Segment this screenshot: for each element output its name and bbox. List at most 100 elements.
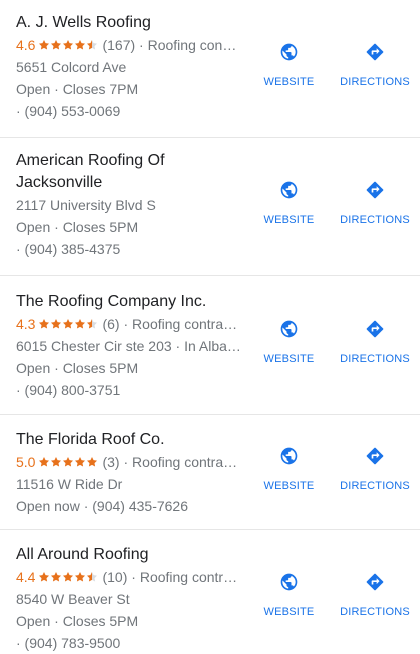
business-name[interactable]: The Florida Roof Co. <box>16 429 248 451</box>
business-name[interactable]: A. J. Wells Roofing <box>16 12 248 34</box>
address: 11516 W Ride Dr <box>16 476 123 492</box>
phone[interactable]: · (904) 800-3751 <box>16 379 248 401</box>
rating-row: 5.0 (3) · Roofing contra… <box>16 451 248 473</box>
directions-icon <box>366 573 384 591</box>
website-label: WEBSITE <box>263 480 315 492</box>
directions-label: DIRECTIONS <box>340 606 410 618</box>
star-icon <box>38 571 50 583</box>
star-icon <box>38 318 50 330</box>
review-count: (167) <box>102 37 136 53</box>
listing-card[interactable]: The Roofing Company Inc. 4.3 (6) · Roofi… <box>0 276 420 415</box>
star-icon <box>62 456 74 468</box>
star-icon <box>74 456 86 468</box>
directions-label: DIRECTIONS <box>340 480 410 492</box>
phone[interactable]: · (904) 783-9500 <box>16 632 248 654</box>
website-button[interactable]: WEBSITE <box>244 446 334 492</box>
category: Roofing contra… <box>132 316 238 332</box>
business-name[interactable]: The Roofing Company Inc. <box>16 291 248 313</box>
phone[interactable]: · (904) 553-0069 <box>16 100 248 122</box>
website-label: WEBSITE <box>263 606 315 618</box>
website-label: WEBSITE <box>263 76 315 88</box>
address: 8540 W Beaver St <box>16 591 130 607</box>
phone[interactable]: · (904) 385-4375 <box>16 238 248 260</box>
directions-icon <box>366 320 384 338</box>
hours: Open · Closes 5PM <box>16 360 139 376</box>
review-count: (10) <box>102 569 128 585</box>
listing-info: A. J. Wells Roofing 4.6 (167) · Roofing … <box>16 12 248 122</box>
directions-icon <box>366 181 384 199</box>
hours: Open · Closes 7PM <box>16 81 139 97</box>
globe-icon <box>280 447 298 465</box>
star-icon <box>62 318 74 330</box>
website-button[interactable]: WEBSITE <box>244 180 334 226</box>
star-icon <box>38 456 50 468</box>
directions-label: DIRECTIONS <box>340 76 410 88</box>
listing-card[interactable]: All Around Roofing 4.4 (10) · Roofing co… <box>0 530 420 653</box>
star-icon <box>50 571 62 583</box>
rating-row: 4.3 (6) · Roofing contra… <box>16 313 248 335</box>
directions-button[interactable]: DIRECTIONS <box>330 42 420 88</box>
star-icon <box>50 39 62 51</box>
website-label: WEBSITE <box>263 214 315 226</box>
star-rating <box>38 39 98 51</box>
hours-and-phone[interactable]: Open now · (904) 435-7626 <box>16 495 248 517</box>
directions-button[interactable]: DIRECTIONS <box>330 319 420 365</box>
star-icon <box>74 318 86 330</box>
star-icon <box>86 571 98 583</box>
directions-button[interactable]: DIRECTIONS <box>330 446 420 492</box>
star-icon <box>62 39 74 51</box>
listing-card[interactable]: The Florida Roof Co. 5.0 (3) · Roofing c… <box>0 415 420 530</box>
star-rating <box>38 318 98 330</box>
directions-icon <box>366 447 384 465</box>
rating-row: 4.6 (167) · Roofing con… <box>16 34 248 56</box>
directions-button[interactable]: DIRECTIONS <box>330 572 420 618</box>
website-button[interactable]: WEBSITE <box>244 42 334 88</box>
address: 2117 University Blvd S <box>16 197 156 213</box>
directions-button[interactable]: DIRECTIONS <box>330 180 420 226</box>
rating-value: 4.4 <box>16 569 36 585</box>
star-rating <box>38 571 98 583</box>
results-list: A. J. Wells Roofing 4.6 (167) · Roofing … <box>0 0 420 653</box>
category: Roofing con… <box>147 37 237 53</box>
address: 6015 Chester Cir ste 203 · In Alban… <box>16 338 248 354</box>
star-icon <box>38 39 50 51</box>
listing-info: The Florida Roof Co. 5.0 (3) · Roofing c… <box>16 429 248 517</box>
star-icon <box>86 456 98 468</box>
star-icon <box>86 318 98 330</box>
website-label: WEBSITE <box>263 353 315 365</box>
listing-card[interactable]: A. J. Wells Roofing 4.6 (167) · Roofing … <box>0 0 420 138</box>
review-count: (6) <box>102 316 120 332</box>
star-icon <box>50 456 62 468</box>
review-count: (3) <box>102 454 120 470</box>
business-name[interactable]: American Roofing Of Jacksonville <box>16 150 186 194</box>
website-button[interactable]: WEBSITE <box>244 572 334 618</box>
globe-icon <box>280 320 298 338</box>
listing-card[interactable]: American Roofing Of Jacksonville 2117 Un… <box>0 138 420 276</box>
star-icon <box>74 571 86 583</box>
listing-info: All Around Roofing 4.4 (10) · Roofing co… <box>16 544 248 654</box>
star-icon <box>86 39 98 51</box>
listing-info: The Roofing Company Inc. 4.3 (6) · Roofi… <box>16 291 248 401</box>
category: Roofing contra… <box>132 454 238 470</box>
website-button[interactable]: WEBSITE <box>244 319 334 365</box>
hours: Open · Closes 5PM <box>16 219 139 235</box>
star-icon <box>50 318 62 330</box>
rating-row: 4.4 (10) · Roofing contr… <box>16 566 248 588</box>
address: 5651 Colcord Ave <box>16 59 127 75</box>
globe-icon <box>280 43 298 61</box>
rating-value: 4.3 <box>16 316 36 332</box>
listing-info: American Roofing Of Jacksonville 2117 Un… <box>16 150 248 260</box>
hours: Open · Closes 5PM <box>16 613 139 629</box>
business-name[interactable]: All Around Roofing <box>16 544 248 566</box>
globe-icon <box>280 181 298 199</box>
directions-label: DIRECTIONS <box>340 214 410 226</box>
globe-icon <box>280 573 298 591</box>
rating-value: 4.6 <box>16 37 36 53</box>
star-rating <box>38 456 98 468</box>
rating-value: 5.0 <box>16 454 36 470</box>
directions-label: DIRECTIONS <box>340 353 410 365</box>
star-icon <box>74 39 86 51</box>
star-icon <box>62 571 74 583</box>
category: Roofing contr… <box>139 569 238 585</box>
directions-icon <box>366 43 384 61</box>
